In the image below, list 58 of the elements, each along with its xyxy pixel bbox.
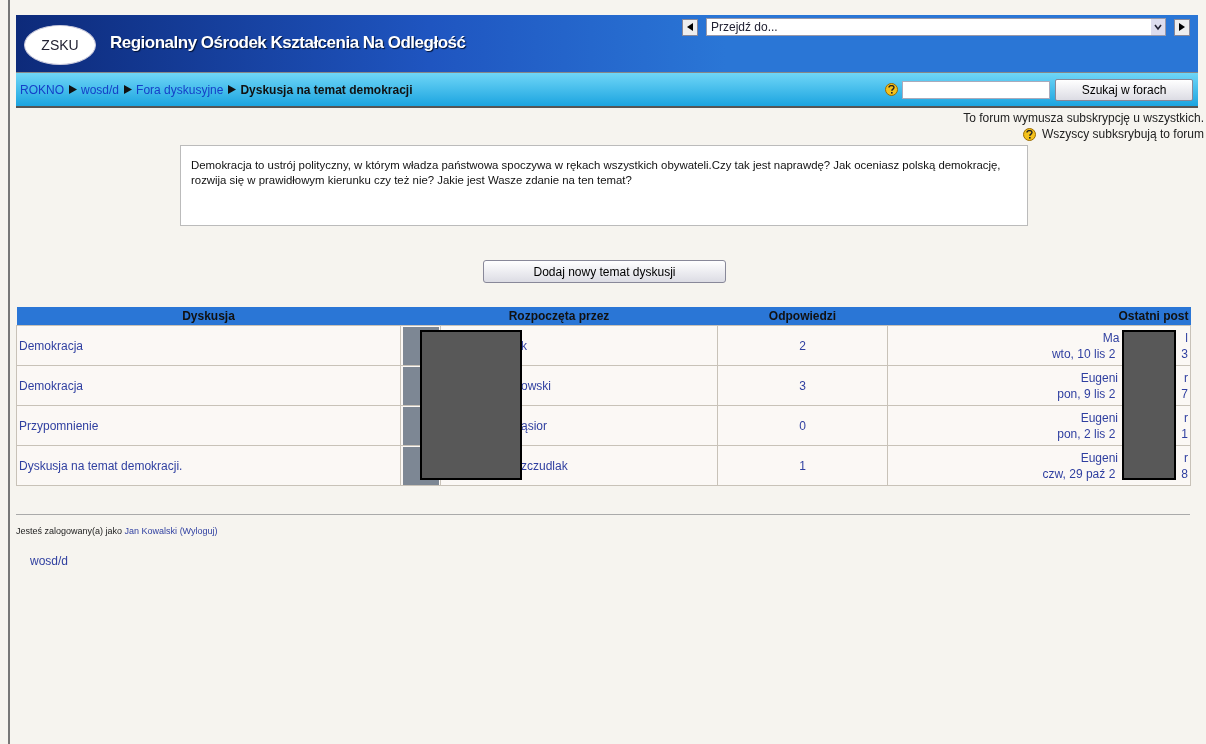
author-link[interactable]: zczudlak <box>521 458 568 473</box>
logo: ZSKU <box>24 25 96 65</box>
breadcrumb-link[interactable]: wosd/d <box>81 82 120 97</box>
breadcrumb-link[interactable]: Fora dyskusyjne <box>136 82 224 97</box>
column-header: Rozpoczęta przez <box>400 307 718 326</box>
reply-count: 2 <box>717 325 888 366</box>
author-link[interactable]: ąsior <box>521 418 547 433</box>
next-button[interactable] <box>1174 18 1190 36</box>
left-triangle-icon <box>686 23 694 31</box>
forum-description: Demokracja to ustrój polityczny, w którym władza państwowa spoczywa w rękach wszystkich obywateli.Czy tak jest naprawdę? Jak oceniasz polską demokrację, rozwija się w prawidłowym kierunku czy też nie? Jakie jest Wasze zdanie na ten temat? <box>180 145 1028 226</box>
help-icon[interactable] <box>1022 127 1036 141</box>
breadcrumb-separator-icon <box>227 85 237 94</box>
last-post-author[interactable]: Ma <box>1102 329 1120 346</box>
logout-link[interactable]: (Wyloguj) <box>179 526 218 536</box>
last-post-date[interactable]: 8 <box>1181 465 1188 482</box>
column-header: Odpowiedzi <box>717 307 888 326</box>
last-post-date[interactable]: 3 <box>1181 345 1188 362</box>
add-topic-button[interactable]: Dodaj nowy temat dyskusji <box>483 260 726 283</box>
course-link[interactable]: wosd/d <box>30 554 69 568</box>
last-post-author[interactable]: Eugeni <box>1080 369 1118 386</box>
last-post-author[interactable]: Eugeni <box>1080 409 1118 426</box>
breadcrumb-separator-icon <box>68 85 77 94</box>
author-link[interactable]: owski <box>521 378 551 393</box>
column-header: Ostatni post <box>887 307 1191 326</box>
breadcrumb-separator-icon <box>123 85 133 94</box>
user-link[interactable]: Jan Kowalski <box>124 526 178 536</box>
last-post-date[interactable]: 1 <box>1181 425 1188 442</box>
search-field[interactable] <box>902 80 1050 99</box>
previous-button[interactable] <box>682 18 698 36</box>
subscription-status-text: Wszyscy subksrybują to forum <box>1041 126 1204 142</box>
last-post-author[interactable]: l <box>1185 329 1188 346</box>
right-triangle-icon <box>1178 23 1186 31</box>
breadcrumb-current: Dyskusja na temat demokracji <box>240 82 413 97</box>
last-post-author[interactable]: r <box>1184 449 1188 466</box>
last-post-date[interactable]: pon, 2 lis 2 <box>1057 425 1116 442</box>
last-post-date[interactable]: 7 <box>1181 385 1188 402</box>
forced-subscription-text: To forum wymusza subskrypcję u wszystkich. <box>963 110 1204 126</box>
login-info: Jesteś zalogowany(a) jako Jan Kowalski (Wyloguj) <box>16 526 219 536</box>
jump-select[interactable]: Przejdź do... <box>706 18 1166 36</box>
last-post-author[interactable]: Eugeni <box>1080 449 1118 466</box>
search-button[interactable]: Szukaj w forach <box>1055 78 1193 101</box>
reply-count: 3 <box>717 365 888 406</box>
last-post-author[interactable]: r <box>1184 369 1188 386</box>
help-icon[interactable] <box>885 83 898 96</box>
topic-link[interactable]: Przypomnienie <box>19 418 99 433</box>
author-link[interactable]: k <box>521 338 527 353</box>
column-header: Dyskusja <box>16 307 401 326</box>
topic-link[interactable]: Demokracja <box>19 378 84 393</box>
last-post-date[interactable]: pon, 9 lis 2 <box>1057 385 1116 402</box>
reply-count: 1 <box>717 445 888 486</box>
breadcrumb-link[interactable]: ROKNO <box>20 82 64 97</box>
topic-link[interactable]: Demokracja <box>19 338 84 353</box>
last-post-date[interactable]: wto, 10 lis 2 <box>1051 345 1116 362</box>
reply-count: 0 <box>717 405 888 446</box>
site-title: Regionalny Ośrodek Kształcenia Na Odległość <box>110 33 466 53</box>
topic-link[interactable]: Dyskusja na temat demokracji. <box>19 458 183 473</box>
last-post-author[interactable]: r <box>1184 409 1188 426</box>
last-post-date[interactable]: czw, 29 paź 2 <box>1042 465 1116 482</box>
